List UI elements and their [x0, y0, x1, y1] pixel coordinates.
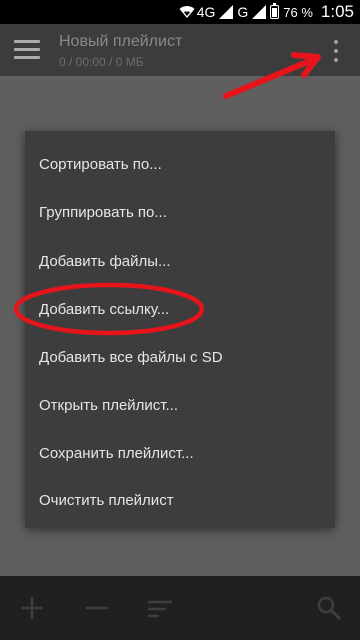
menu-item-clear-playlist[interactable]: Очистить плейлист — [25, 476, 335, 524]
menu-item-label: Группировать по... — [39, 203, 167, 221]
menu-item-label: Добавить ссылку... — [39, 300, 170, 318]
bottom-toolbar — [0, 576, 360, 640]
menu-item-label: Сохранить плейлист... — [39, 444, 194, 462]
menu-item-label: Открыть плейлист... — [39, 396, 179, 414]
network-type-label: 4G — [196, 4, 216, 20]
remove-icon[interactable] — [83, 594, 111, 622]
menu-item-open-playlist[interactable]: Открыть плейлист... — [25, 381, 335, 429]
search-icon[interactable] — [315, 594, 343, 622]
playlist-stats: 0 / 00:00 / 0 МБ — [59, 55, 144, 69]
wifi-icon — [179, 5, 195, 19]
signal-icon — [219, 5, 234, 19]
menu-item-add-files[interactable]: Добавить файлы... — [25, 237, 335, 285]
status-bar: 4G G 76 % 1:05 — [0, 0, 360, 24]
clock: 1:05 — [320, 2, 354, 21]
battery-percent: 76 % — [283, 4, 313, 20]
menu-item-save-playlist[interactable]: Сохранить плейлист... — [25, 429, 335, 477]
playlist-title: Новый плейлист — [59, 33, 183, 50]
menu-item-label: Добавить все файлы с SD — [39, 348, 223, 366]
sort-icon[interactable] — [146, 594, 174, 622]
signal-icon-2 — [252, 5, 267, 19]
overflow-menu: Сортировать по... Группировать по... Доб… — [25, 131, 335, 528]
menu-item-label: Очистить плейлист — [39, 491, 174, 509]
menu-item-sort[interactable]: Сортировать по... — [25, 140, 335, 188]
menu-item-add-link[interactable]: Добавить ссылку... — [25, 285, 335, 333]
menu-item-group[interactable]: Группировать по... — [25, 188, 335, 236]
more-options-icon[interactable] — [332, 40, 340, 62]
status-indicators: 4G G 76 % 1:05 — [179, 0, 354, 24]
menu-item-add-all-sd[interactable]: Добавить все файлы с SD — [25, 333, 335, 381]
add-icon[interactable] — [18, 594, 46, 622]
menu-item-label: Добавить файлы... — [39, 252, 171, 270]
menu-item-label: Сортировать по... — [39, 155, 162, 173]
app-bar: Новый плейлист 0 / 00:00 / 0 МБ — [0, 24, 360, 76]
battery-level — [272, 7, 278, 17]
menu-icon[interactable] — [14, 40, 40, 60]
battery-icon — [270, 2, 280, 19]
network-type-label-2: G — [237, 4, 249, 20]
